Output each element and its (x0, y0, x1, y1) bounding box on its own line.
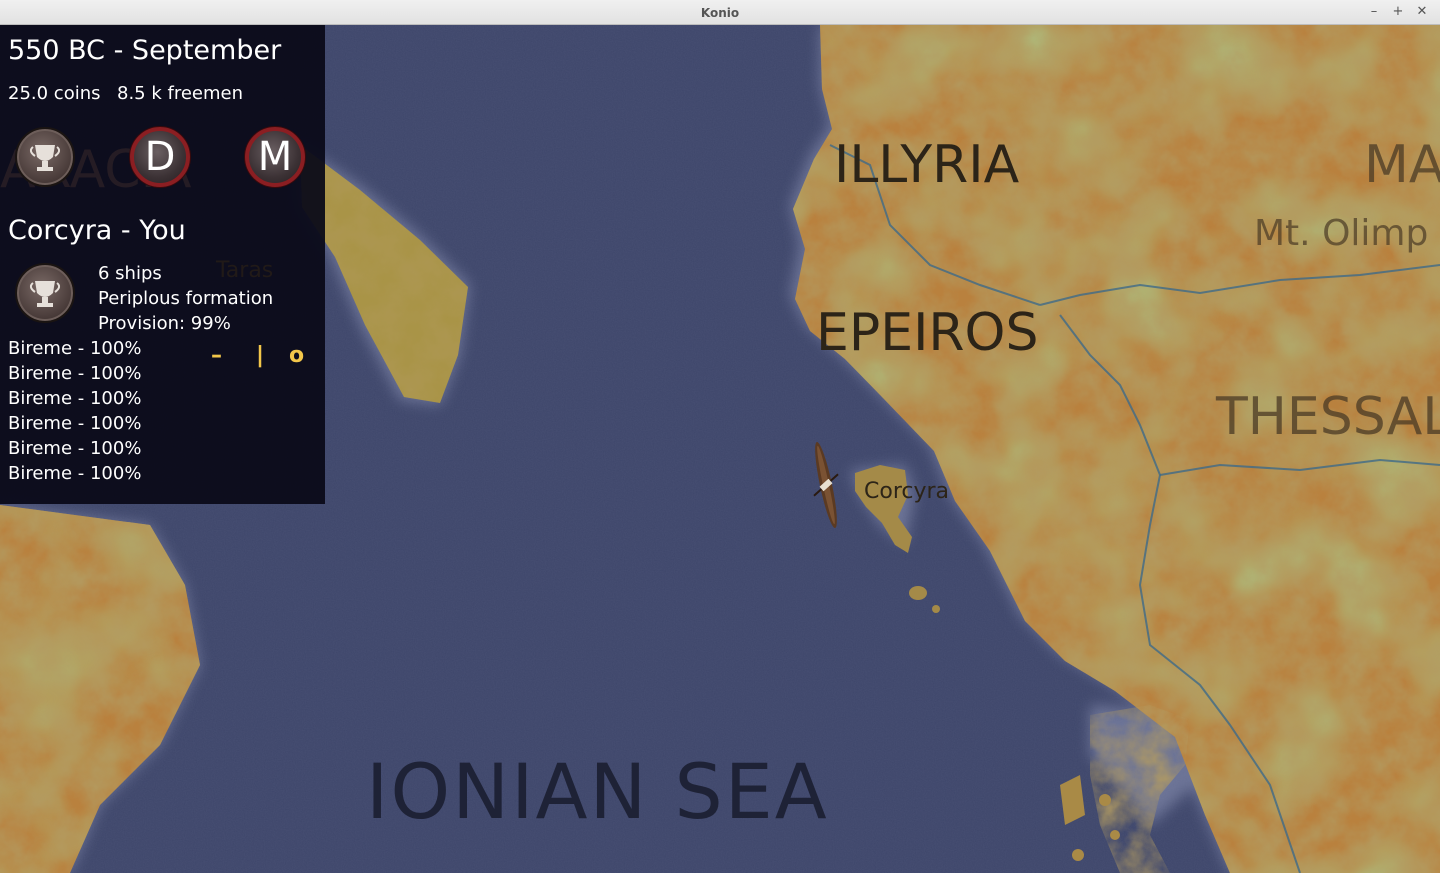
region-label-illyria: ILLYRIA (834, 135, 1020, 195)
fleet-formation: Periplous formation (98, 288, 274, 309)
coins-label: 25.0 coins (8, 83, 101, 104)
freemen-label: 8.5 k freemen (117, 83, 243, 104)
date-label: 550 BC - September (8, 35, 282, 66)
window-titlebar: Konio – + ✕ (0, 0, 1440, 25)
fleet-provision: Provision: 99% (98, 313, 231, 334)
military-advisor-button[interactable]: M (245, 127, 305, 187)
minimize-button[interactable]: – (1366, 4, 1382, 20)
close-button[interactable]: ✕ (1414, 4, 1430, 20)
fleet-emblem[interactable] (15, 263, 75, 323)
unit-row[interactable]: Bireme - 100% (8, 413, 141, 434)
map-label-taras: Taras (216, 258, 274, 283)
unit-row[interactable]: Bireme - 100% (8, 388, 141, 409)
region-label-epeiros: EPEIROS (816, 303, 1039, 363)
unit-row[interactable]: Bireme - 100% (8, 363, 141, 384)
region-label-thessaly: THESSAL (1216, 387, 1440, 447)
unit-row[interactable]: Bireme - 100% (8, 438, 141, 459)
region-label-macedonia: MA (1364, 135, 1440, 195)
trophy-icon (29, 281, 61, 307)
unit-row[interactable]: Bireme - 100% (8, 463, 141, 484)
diplomacy-advisor-button[interactable]: D (130, 127, 190, 187)
place-label-corcyra: Corcyra (864, 479, 950, 504)
formation-column-button[interactable]: | (256, 343, 264, 368)
fleet-ships: 6 ships (98, 263, 162, 284)
fleet-title: Corcyra - You (8, 215, 186, 246)
formation-circle-button[interactable]: o (289, 343, 304, 368)
sea-label: IONIAN SEA (366, 747, 829, 836)
trophy-icon (29, 145, 61, 171)
unit-row[interactable]: Bireme - 100% (8, 338, 141, 359)
place-label-olympus: Mt. Olimp (1254, 213, 1429, 254)
formation-line-button[interactable]: – (211, 343, 222, 368)
window-title: Konio (700, 6, 740, 20)
maximize-button[interactable]: + (1390, 4, 1406, 20)
info-panel: 550 BC - September 25.0 coins 8.5 k free… (0, 25, 325, 504)
trophy-advisor-button[interactable] (15, 127, 75, 187)
